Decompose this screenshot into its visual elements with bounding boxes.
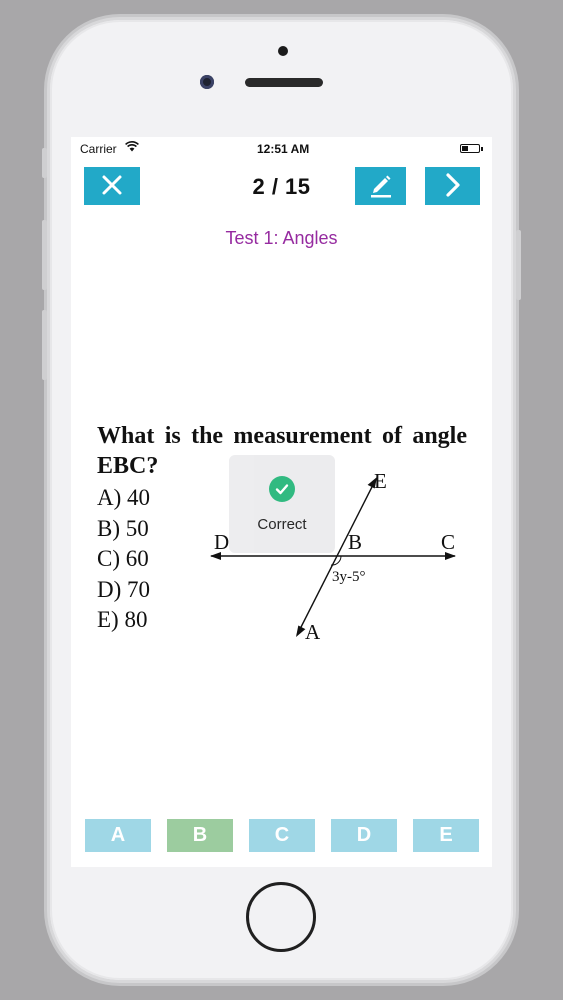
mute-switch: [42, 148, 47, 178]
label-b: B: [348, 530, 362, 554]
toast-message: Correct: [257, 516, 307, 533]
volume-up-button: [42, 220, 47, 290]
battery-tip: [481, 147, 483, 151]
label-e: E: [374, 469, 387, 493]
volume-down-button: [42, 310, 47, 380]
checkmark-circle-icon: [269, 476, 295, 502]
wifi-icon: [125, 141, 139, 155]
label-a: A: [305, 620, 321, 644]
arrow-a: [296, 625, 306, 637]
label-c: C: [441, 530, 455, 554]
battery-icon: [460, 144, 480, 153]
power-button: [516, 230, 521, 300]
answer-button-e[interactable]: E: [413, 819, 479, 852]
answer-button-b[interactable]: B: [167, 819, 233, 852]
status-bar: Carrier 12:51 AM: [71, 137, 492, 159]
proximity-sensor: [278, 46, 288, 56]
front-camera: [200, 75, 214, 89]
answer-button-a[interactable]: A: [85, 819, 151, 852]
chevron-right-icon: [442, 172, 464, 201]
test-title: Test 1: Angles: [225, 228, 338, 248]
label-d: D: [214, 530, 229, 554]
answer-button-c[interactable]: C: [249, 819, 315, 852]
app-screen: Carrier 12:51 AM 2 / 15 Test 1: Angles W…: [71, 137, 492, 867]
next-button[interactable]: [425, 167, 480, 205]
earpiece-speaker: [245, 78, 323, 87]
pencil-edit-icon: [367, 171, 395, 202]
answer-bar: A B C D E: [71, 817, 492, 853]
home-button[interactable]: [246, 882, 316, 952]
edit-button[interactable]: [355, 167, 406, 205]
status-time: 12:51 AM: [257, 142, 310, 156]
angle-label: 3y-5°: [332, 569, 366, 585]
carrier-label: Carrier: [80, 142, 117, 156]
answer-button-d[interactable]: D: [331, 819, 397, 852]
result-toast: Correct: [229, 455, 335, 553]
